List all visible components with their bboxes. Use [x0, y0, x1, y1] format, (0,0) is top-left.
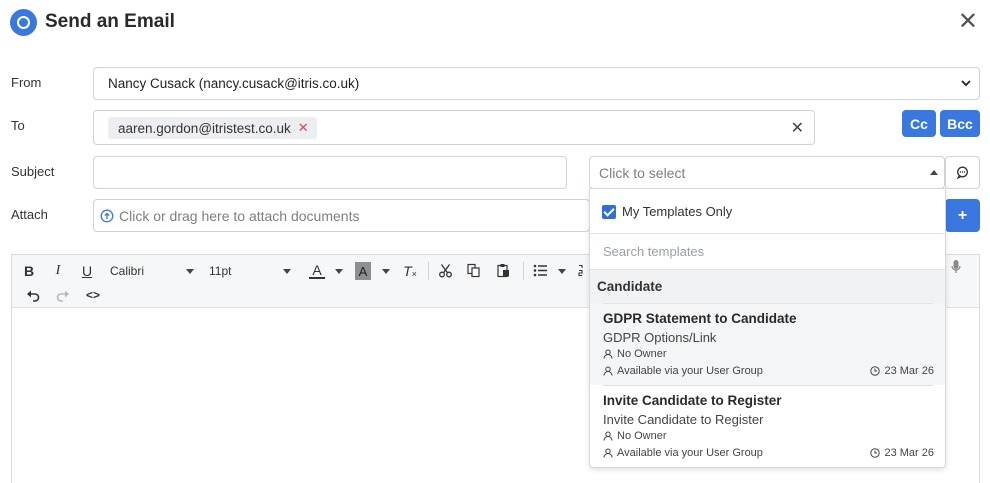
template-date: 23 Mar 26 [870, 447, 934, 459]
highlight-icon[interactable]: A [355, 262, 371, 280]
divider [603, 385, 933, 386]
chevron-down-icon [961, 80, 971, 87]
bold-icon[interactable]: B [21, 262, 37, 280]
template-owner: No Owner [603, 348, 667, 360]
redo-icon[interactable] [56, 289, 70, 302]
caret-down-icon [186, 269, 194, 274]
add-attachment-button[interactable]: + [945, 199, 980, 232]
italic-icon[interactable]: I [50, 262, 66, 280]
toolbar-separator [428, 262, 429, 280]
template-owner: No Owner [603, 430, 667, 442]
font-color-icon[interactable]: A [309, 262, 325, 279]
caret-up-icon [930, 170, 938, 175]
font-size-select[interactable]: 11pt [209, 262, 293, 280]
to-field[interactable]: aaren.gordon@itristest.co.uk ✕ ✕ [93, 110, 815, 145]
user-icon [603, 431, 613, 441]
cc-button[interactable]: Cc [902, 110, 936, 137]
template-owner-text: No Owner [617, 430, 667, 442]
caret-down-icon[interactable] [335, 269, 343, 274]
template-group-header: Candidate [590, 270, 945, 303]
from-value: Nancy Cusack (nancy.cusack@itris.co.uk) [108, 76, 360, 91]
from-select[interactable]: Nancy Cusack (nancy.cusack@itris.co.uk) [93, 67, 980, 100]
attach-placeholder: Click or drag here to attach documents [119, 207, 360, 224]
attach-dropzone[interactable]: Click or drag here to attach documents [93, 199, 590, 232]
template-date-text: 23 Mar 26 [884, 447, 934, 459]
template-date-text: 23 Mar 26 [884, 365, 934, 377]
clock-icon [870, 448, 881, 458]
clear-icon[interactable]: ✕ [791, 118, 804, 138]
toolbar-separator [523, 262, 524, 280]
template-availability-text: Available via your User Group [617, 447, 763, 459]
template-item[interactable]: GDPR Statement to Candidate GDPR Options… [590, 303, 945, 385]
template-description: Invite Candidate to Register [603, 412, 764, 427]
bcc-button[interactable]: Bcc [940, 110, 980, 137]
template-select-placeholder: Click to select [599, 164, 686, 181]
user-icon [603, 366, 613, 376]
template-name: GDPR Statement to Candidate [603, 311, 797, 326]
my-templates-only-label: My Templates Only [622, 204, 733, 219]
bullet-list-icon[interactable] [533, 264, 548, 277]
paste-icon[interactable] [496, 263, 511, 278]
template-availability: Available via your User Group [603, 447, 763, 459]
my-templates-only-toggle[interactable]: My Templates Only [602, 204, 732, 219]
template-name: Invite Candidate to Register [603, 393, 782, 408]
dialog-header: Send an Email [10, 8, 175, 36]
from-label: From [11, 75, 42, 90]
divider [603, 303, 933, 304]
template-availability: Available via your User Group [603, 365, 763, 377]
caret-down-icon[interactable] [558, 269, 566, 274]
subject-label: Subject [11, 164, 55, 179]
clear-format-icon[interactable]: T × [401, 262, 419, 280]
caret-down-icon[interactable] [382, 269, 390, 274]
caret-down-icon [283, 269, 291, 274]
font-size-value: 11pt [209, 264, 232, 278]
template-search-input[interactable] [590, 234, 945, 269]
template-select[interactable]: Click to select [589, 156, 945, 189]
dialog-title: Send an Email [45, 11, 175, 32]
chat-button[interactable] [945, 156, 980, 189]
template-owner-text: No Owner [617, 348, 667, 360]
chat-icon [956, 166, 968, 179]
user-icon [603, 349, 613, 359]
attach-label: Attach [11, 207, 48, 222]
template-item[interactable]: Invite Candidate to Register Invite Cand… [590, 385, 945, 467]
cloud-upload-icon [100, 209, 114, 222]
remove-icon[interactable]: ✕ [298, 120, 309, 136]
subject-input[interactable] [93, 156, 567, 189]
font-family-select[interactable]: Calibri [110, 262, 196, 280]
template-description: GDPR Options/Link [603, 330, 717, 345]
numbered-list-icon[interactable] [578, 264, 586, 277]
template-date: 23 Mar 26 [870, 365, 934, 377]
copy-icon[interactable] [466, 263, 481, 278]
my-templates-only-checkbox[interactable] [602, 204, 616, 219]
template-dropdown: My Templates Only Candidate GDPR Stateme… [589, 188, 946, 468]
source-code-icon[interactable]: <> [85, 286, 101, 304]
template-search [590, 233, 945, 270]
cut-icon[interactable] [438, 263, 453, 278]
to-label: To [11, 118, 25, 133]
clock-icon [870, 366, 881, 376]
recipient-email: aaren.gordon@itristest.co.uk [118, 120, 291, 136]
user-icon [603, 448, 613, 458]
undo-icon[interactable] [26, 289, 40, 302]
underline-icon[interactable]: U [79, 262, 95, 280]
microphone-icon[interactable] [951, 259, 961, 275]
recipient-chip: aaren.gordon@itristest.co.uk ✕ [108, 117, 317, 139]
close-icon[interactable]: ✕ [958, 8, 978, 36]
font-family-value: Calibri [110, 264, 145, 278]
template-availability-text: Available via your User Group [617, 365, 763, 377]
app-logo-icon [10, 8, 37, 36]
